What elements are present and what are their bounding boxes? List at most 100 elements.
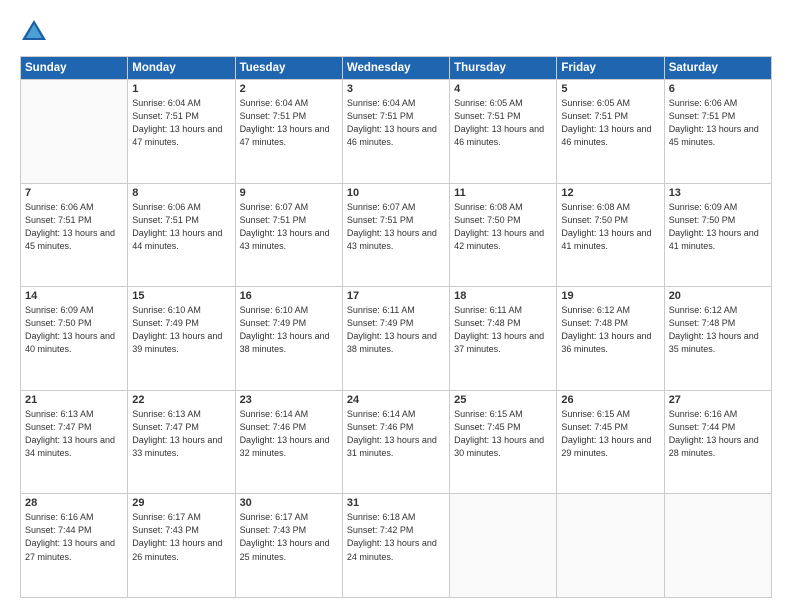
day-info: Sunrise: 6:04 AMSunset: 7:51 PMDaylight:… [132,97,230,149]
calendar-cell: 12 Sunrise: 6:08 AMSunset: 7:50 PMDayligh… [557,183,664,287]
calendar-cell: 10 Sunrise: 6:07 AMSunset: 7:51 PMDayligh… [342,183,449,287]
day-info: Sunrise: 6:17 AMSunset: 7:43 PMDaylight:… [132,511,230,563]
day-number: 24 [347,394,445,406]
calendar-cell: 9Sunrise: 6:07 AMSunset: 7:51 PMDaylight… [235,183,342,287]
day-number: 11 [454,187,552,199]
day-number: 29 [132,497,230,509]
day-number: 5 [561,83,659,95]
calendar-cell: 31 Sunrise: 6:18 AMSunset: 7:42 PMDayligh… [342,494,449,598]
calendar-cell: 17 Sunrise: 6:11 AMSunset: 7:49 PMDayligh… [342,287,449,391]
day-info: Sunrise: 6:14 AMSunset: 7:46 PMDaylight:… [240,408,338,460]
calendar-cell: 28 Sunrise: 6:16 AMSunset: 7:44 PMDayligh… [21,494,128,598]
day-info: Sunrise: 6:11 AMSunset: 7:49 PMDaylight:… [347,304,445,356]
header-tuesday: Tuesday [235,57,342,80]
day-info: Sunrise: 6:15 AMSunset: 7:45 PMDaylight:… [561,408,659,460]
calendar-cell: 3 Sunrise: 6:04 AMSunset: 7:51 PMDaylight… [342,80,449,184]
day-number: 15 [132,290,230,302]
day-number: 21 [25,394,123,406]
day-number: 19 [561,290,659,302]
day-info: Sunrise: 6:13 AMSunset: 7:47 PMDaylight:… [132,408,230,460]
calendar-cell: 30 Sunrise: 6:17 AMSunset: 7:43 PMDayligh… [235,494,342,598]
page-header [20,18,772,46]
calendar-cell [664,494,771,598]
calendar-cell: 24Sunrise: 6:14 AMSunset: 7:46 PMDayligh… [342,390,449,494]
day-number: 8 [132,187,230,199]
calendar-header-row: SundayMondayTuesdayWednesdayThursdayFrid… [21,57,772,80]
day-info: Sunrise: 6:15 AMSunset: 7:45 PMDaylight:… [454,408,552,460]
calendar-cell: 16 Sunrise: 6:10 AMSunset: 7:49 PMDayligh… [235,287,342,391]
calendar-cell: 2Sunrise: 6:04 AMSunset: 7:51 PMDaylight… [235,80,342,184]
day-number: 13 [669,187,767,199]
day-info: Sunrise: 6:18 AMSunset: 7:42 PMDaylight:… [347,511,445,563]
calendar-cell: 13 Sunrise: 6:09 AMSunset: 7:50 PMDayligh… [664,183,771,287]
day-number: 10 [347,187,445,199]
week-row-1: 1 Sunrise: 6:04 AMSunset: 7:51 PMDaylight… [21,80,772,184]
day-number: 26 [561,394,659,406]
day-number: 6 [669,83,767,95]
day-number: 31 [347,497,445,509]
week-row-5: 28 Sunrise: 6:16 AMSunset: 7:44 PMDayligh… [21,494,772,598]
calendar-cell: 23Sunrise: 6:14 AMSunset: 7:46 PMDayligh… [235,390,342,494]
day-number: 4 [454,83,552,95]
calendar-cell: 20 Sunrise: 6:12 AMSunset: 7:48 PMDayligh… [664,287,771,391]
week-row-3: 14 Sunrise: 6:09 AMSunset: 7:50 PMDayligh… [21,287,772,391]
day-number: 30 [240,497,338,509]
logo-icon [20,18,48,46]
week-row-2: 7 Sunrise: 6:06 AMSunset: 7:51 PMDaylight… [21,183,772,287]
calendar-cell: 22Sunrise: 6:13 AMSunset: 7:47 PMDayligh… [128,390,235,494]
day-number: 7 [25,187,123,199]
calendar-cell: 8 Sunrise: 6:06 AMSunset: 7:51 PMDaylight… [128,183,235,287]
day-info: Sunrise: 6:11 AMSunset: 7:48 PMDaylight:… [454,304,552,356]
day-info: Sunrise: 6:08 AMSunset: 7:50 PMDaylight:… [454,201,552,253]
day-info: Sunrise: 6:04 AMSunset: 7:51 PMDaylight:… [240,97,338,149]
day-number: 25 [454,394,552,406]
day-number: 1 [132,83,230,95]
header-friday: Friday [557,57,664,80]
day-number: 20 [669,290,767,302]
calendar-cell: 1 Sunrise: 6:04 AMSunset: 7:51 PMDaylight… [128,80,235,184]
day-info: Sunrise: 6:08 AMSunset: 7:50 PMDaylight:… [561,201,659,253]
calendar-cell: 26 Sunrise: 6:15 AMSunset: 7:45 PMDayligh… [557,390,664,494]
day-info: Sunrise: 6:06 AMSunset: 7:51 PMDaylight:… [25,201,123,253]
day-number: 17 [347,290,445,302]
day-info: Sunrise: 6:05 AMSunset: 7:51 PMDaylight:… [454,97,552,149]
day-number: 27 [669,394,767,406]
day-number: 18 [454,290,552,302]
day-number: 14 [25,290,123,302]
header-sunday: Sunday [21,57,128,80]
calendar-cell: 14 Sunrise: 6:09 AMSunset: 7:50 PMDayligh… [21,287,128,391]
day-info: Sunrise: 6:12 AMSunset: 7:48 PMDaylight:… [669,304,767,356]
calendar-cell: 19 Sunrise: 6:12 AMSunset: 7:48 PMDayligh… [557,287,664,391]
calendar-cell: 27Sunrise: 6:16 AMSunset: 7:44 PMDayligh… [664,390,771,494]
calendar-cell: 15 Sunrise: 6:10 AMSunset: 7:49 PMDayligh… [128,287,235,391]
header-saturday: Saturday [664,57,771,80]
day-info: Sunrise: 6:06 AMSunset: 7:51 PMDaylight:… [132,201,230,253]
day-info: Sunrise: 6:17 AMSunset: 7:43 PMDaylight:… [240,511,338,563]
day-info: Sunrise: 6:10 AMSunset: 7:49 PMDaylight:… [132,304,230,356]
day-info: Sunrise: 6:13 AMSunset: 7:47 PMDaylight:… [25,408,123,460]
calendar-cell [557,494,664,598]
calendar-table: SundayMondayTuesdayWednesdayThursdayFrid… [20,56,772,598]
calendar-cell: 11 Sunrise: 6:08 AMSunset: 7:50 PMDayligh… [450,183,557,287]
day-info: Sunrise: 6:07 AMSunset: 7:51 PMDaylight:… [347,201,445,253]
day-number: 3 [347,83,445,95]
day-info: Sunrise: 6:09 AMSunset: 7:50 PMDaylight:… [25,304,123,356]
day-info: Sunrise: 6:07 AMSunset: 7:51 PMDaylight:… [240,201,338,253]
day-number: 12 [561,187,659,199]
calendar-cell [21,80,128,184]
day-info: Sunrise: 6:04 AMSunset: 7:51 PMDaylight:… [347,97,445,149]
calendar-cell: 25 Sunrise: 6:15 AMSunset: 7:45 PMDayligh… [450,390,557,494]
calendar-cell: 18 Sunrise: 6:11 AMSunset: 7:48 PMDayligh… [450,287,557,391]
day-info: Sunrise: 6:09 AMSunset: 7:50 PMDaylight:… [669,201,767,253]
calendar-cell: 7 Sunrise: 6:06 AMSunset: 7:51 PMDaylight… [21,183,128,287]
header-thursday: Thursday [450,57,557,80]
day-info: Sunrise: 6:10 AMSunset: 7:49 PMDaylight:… [240,304,338,356]
day-number: 16 [240,290,338,302]
calendar-cell: 4 Sunrise: 6:05 AMSunset: 7:51 PMDaylight… [450,80,557,184]
day-info: Sunrise: 6:12 AMSunset: 7:48 PMDaylight:… [561,304,659,356]
day-number: 28 [25,497,123,509]
day-info: Sunrise: 6:06 AMSunset: 7:51 PMDaylight:… [669,97,767,149]
day-info: Sunrise: 6:16 AMSunset: 7:44 PMDaylight:… [25,511,123,563]
calendar-cell: 21 Sunrise: 6:13 AMSunset: 7:47 PMDayligh… [21,390,128,494]
calendar-cell: 29 Sunrise: 6:17 AMSunset: 7:43 PMDayligh… [128,494,235,598]
